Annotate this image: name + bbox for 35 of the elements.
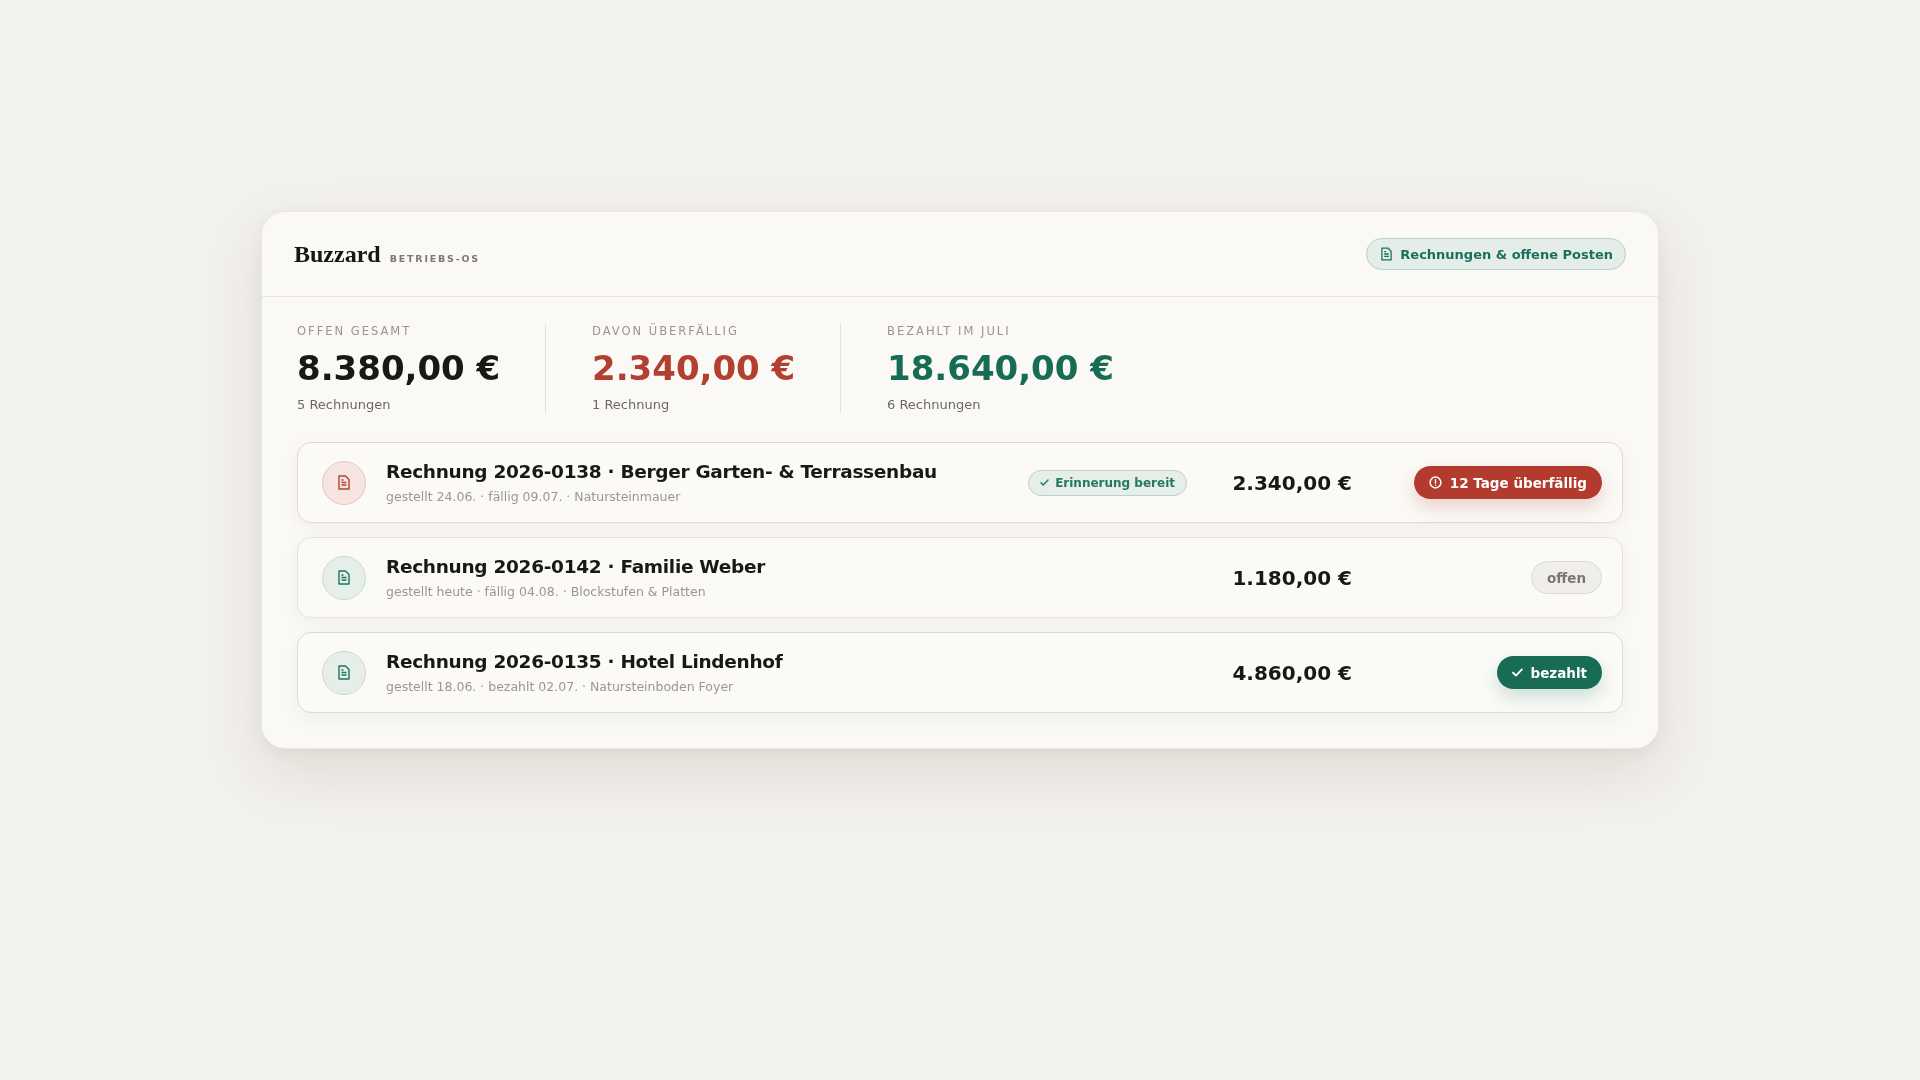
invoice-row[interactable]: Rechnung 2026-0142 · Familie Weber gestellt heute · fällig 04.08. · Blockstufen & Platten 1.180,00 € offen bbox=[297, 537, 1623, 618]
invoice-title: Rechnung 2026-0138 · Berger Garten- & Terrassenbau bbox=[386, 460, 937, 484]
status-badge: 12 Tage überfällig bbox=[1413, 466, 1602, 499]
invoice-row[interactable]: Rechnung 2026-0138 · Berger Garten- & Terrassenbau gestellt 24.06. · fällig 09.07. · Natursteinmauer Erinnerung bereit 2.340,00 € 12 Tage überfällig bbox=[297, 442, 1623, 523]
invoice-row[interactable]: Rechnung 2026-0135 · Hotel Lindenhof gestellt 18.06. · bezahlt 02.07. · Natursteinboden Foyer 4.860,00 € bezahlt bbox=[297, 632, 1623, 713]
document-icon bbox=[322, 460, 366, 505]
invoice-details: gestellt 24.06. · fällig 09.07. · Natursteinmauer bbox=[386, 488, 681, 505]
stat-value: 8.380,00 € bbox=[297, 348, 501, 388]
check-icon bbox=[1040, 479, 1050, 486]
stat-note: 6 Rechnungen bbox=[887, 396, 981, 413]
document-icon bbox=[322, 650, 366, 695]
invoice-details: gestellt heute · fällig 04.08. · Blockstufen & Platten bbox=[386, 583, 706, 600]
invoice-title: Rechnung 2026-0135 · Hotel Lindenhof bbox=[386, 650, 783, 674]
invoice-amount: 2.340,00 € bbox=[1231, 470, 1352, 495]
status-badge: bezahlt bbox=[1496, 656, 1602, 689]
invoice-title: Rechnung 2026-0142 · Familie Weber bbox=[386, 555, 766, 579]
invoice-details: gestellt 18.06. · bezahlt 02.07. · Natursteinboden Foyer bbox=[386, 678, 734, 695]
invoice-amount: 1.180,00 € bbox=[1231, 565, 1352, 590]
status-badge: offen bbox=[1531, 561, 1602, 594]
app-tagline: BETRIEBS-OS bbox=[389, 252, 480, 264]
stat-label: BEZAHLT IM JULI bbox=[887, 324, 1011, 338]
invoices-nav-button[interactable]: Rechnungen & offene Posten bbox=[1366, 238, 1626, 270]
stat-note: 5 Rechnungen bbox=[297, 396, 391, 413]
check-icon bbox=[1511, 668, 1523, 677]
document-icon bbox=[322, 555, 366, 600]
invoice-amount: 4.860,00 € bbox=[1231, 660, 1352, 685]
stat-note: 1 Rechnung bbox=[592, 396, 670, 413]
document-icon bbox=[1381, 247, 1393, 261]
stat-label: DAVON ÜBERFÄLLIG bbox=[592, 324, 739, 338]
stat-label: OFFEN GESAMT bbox=[297, 324, 412, 338]
app-logo-text: Buzzard bbox=[294, 240, 381, 268]
reminder-chip: Erinnerung bereit bbox=[1028, 469, 1187, 496]
stat-value: 2.340,00 € bbox=[592, 348, 796, 388]
alert-icon bbox=[1428, 476, 1442, 489]
stat-value: 18.640,00 € bbox=[887, 348, 1114, 388]
